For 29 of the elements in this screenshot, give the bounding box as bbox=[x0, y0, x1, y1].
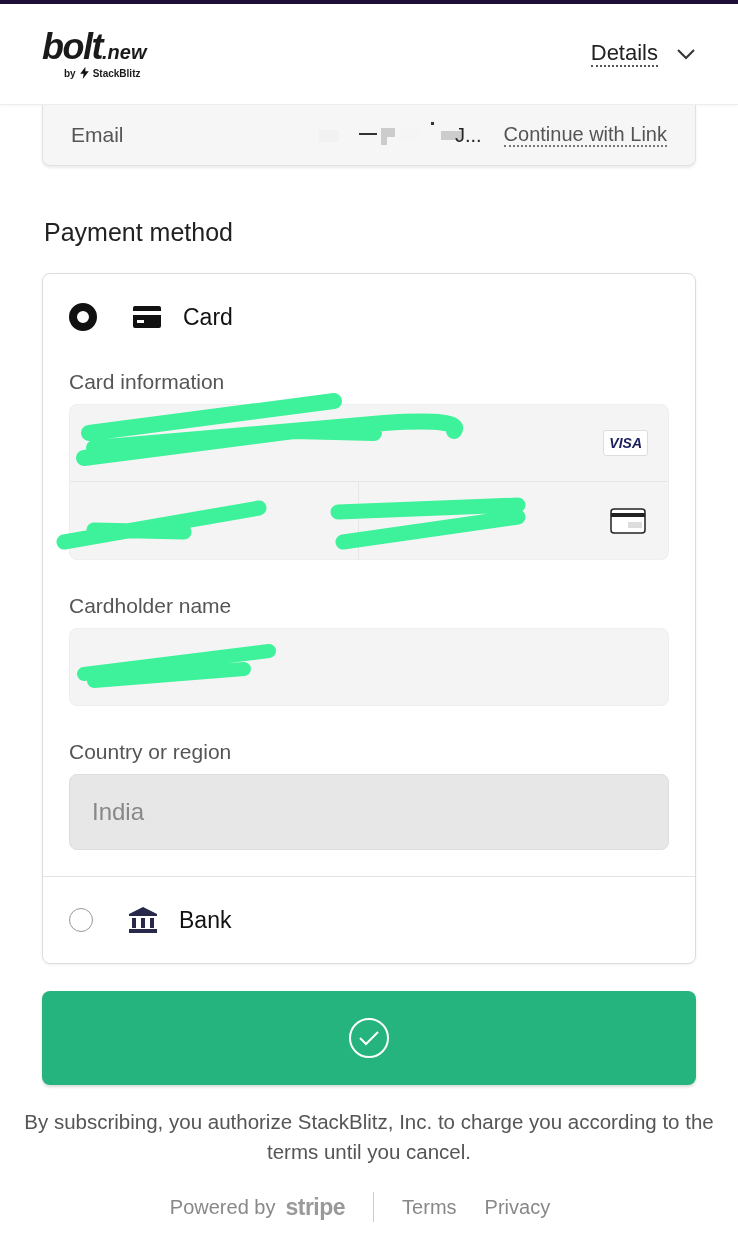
option-label[interactable]: Card bbox=[183, 303, 233, 331]
chevron-down-icon[interactable] bbox=[676, 48, 696, 60]
footer-link[interactable]: Terms bbox=[402, 1195, 457, 1219]
byline-text: by bbox=[64, 67, 76, 79]
logo-wordmark: bolt bbox=[42, 29, 102, 65]
cardholder-name-field[interactable] bbox=[69, 628, 669, 706]
byline-brand: StackBlitz bbox=[92, 67, 141, 79]
subscribe-button[interactable] bbox=[42, 991, 696, 1085]
card-icon bbox=[133, 306, 161, 328]
email-label: Email bbox=[71, 123, 124, 147]
continue-with-link[interactable]: Continue with Link bbox=[503, 123, 667, 147]
legal-text: By subscribing, you authorize StackBlitz, Inc. to charge you according to the terms until you cancel. bbox=[23, 1109, 715, 1165]
section-heading: Payment method bbox=[44, 218, 234, 247]
field-label: Country or region bbox=[69, 740, 233, 764]
radio-button[interactable] bbox=[69, 303, 97, 331]
powered-by-text: Powered by bbox=[169, 1195, 276, 1219]
bank-icon bbox=[129, 907, 157, 933]
footer-link[interactable]: Privacy bbox=[484, 1195, 551, 1219]
stripe-logo: stripe bbox=[285, 1193, 346, 1221]
field-label: Card information bbox=[69, 370, 226, 394]
check-circle-icon bbox=[348, 1017, 390, 1059]
email-value: J... bbox=[454, 123, 482, 147]
radio-button[interactable] bbox=[69, 908, 93, 932]
option-label[interactable]: Bank bbox=[179, 906, 232, 934]
lightning-icon bbox=[79, 67, 89, 79]
field-label: Cardholder name bbox=[69, 594, 233, 618]
cvc-card-icon bbox=[610, 507, 646, 534]
card-brand-badge: VISA bbox=[603, 430, 648, 456]
details-link[interactable]: Details bbox=[590, 40, 658, 68]
